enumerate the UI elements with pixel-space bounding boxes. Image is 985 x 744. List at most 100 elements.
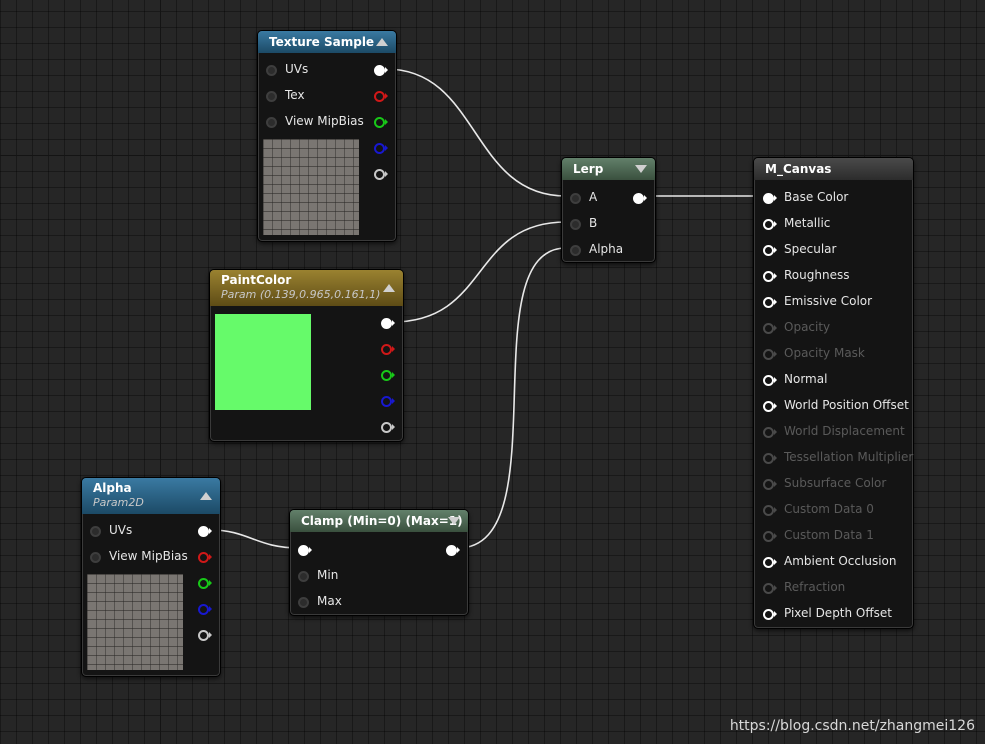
lerp-output-pin[interactable] xyxy=(633,193,644,204)
paintcolor-swatch xyxy=(215,314,311,410)
uvs-label: UVs xyxy=(109,523,133,537)
alpha-title: Alpha xyxy=(93,481,132,495)
b-output-pin[interactable] xyxy=(198,604,209,615)
rgb-output-pin[interactable] xyxy=(381,318,392,329)
m-canvas-input-label: Tessellation Multiplier xyxy=(784,450,914,464)
m-canvas-input-pin[interactable] xyxy=(763,219,774,230)
m-canvas-title: M_Canvas xyxy=(765,162,832,176)
m-canvas-input-arrow-icon xyxy=(774,611,777,617)
a-output-pin[interactable] xyxy=(381,422,392,433)
clamp-output-pin[interactable] xyxy=(446,545,457,556)
m-canvas-input-pin[interactable] xyxy=(763,271,774,282)
uvs-input-pin[interactable] xyxy=(90,526,101,537)
m-canvas-input-pin[interactable] xyxy=(763,427,774,438)
a-output-arrow-icon xyxy=(392,424,395,430)
view-mipbias-input-pin[interactable] xyxy=(90,552,101,563)
paintcolor-header[interactable]: PaintColor Param (0.139,0.965,0.161,1) xyxy=(210,270,403,306)
alpha-node[interactable]: Alpha Param2D UVs View MipBias xyxy=(81,477,221,677)
r-output-pin[interactable] xyxy=(381,344,392,355)
tex-input-pin[interactable] xyxy=(266,91,277,102)
texture-sample-title: Texture Sample xyxy=(269,35,375,49)
view-mipbias-input-pin[interactable] xyxy=(266,117,277,128)
wire-clamp-to-lerp-alpha[interactable] xyxy=(457,247,567,549)
clamp-title: Clamp (Min=0) (Max=1) xyxy=(301,514,463,528)
collapse-arrow-icon[interactable] xyxy=(383,284,395,292)
m-canvas-input-pin[interactable] xyxy=(763,401,774,412)
collapse-arrow-icon[interactable] xyxy=(635,165,647,173)
m-canvas-input-label: Normal xyxy=(784,372,828,386)
g-output-arrow-icon xyxy=(392,372,395,378)
m-canvas-input-label: Roughness xyxy=(784,268,850,282)
m-canvas-input-label: Custom Data 1 xyxy=(784,528,874,542)
m-canvas-input-pin[interactable] xyxy=(763,609,774,620)
m-canvas-input-label: Refraction xyxy=(784,580,846,594)
lerp-b-label: B xyxy=(589,216,598,230)
m-canvas-input-pin[interactable] xyxy=(763,505,774,516)
lerp-alpha-label: Alpha xyxy=(589,242,624,256)
clamp-max-input-pin[interactable] xyxy=(298,597,309,608)
a-output-pin[interactable] xyxy=(198,630,209,641)
m-canvas-node[interactable]: M_Canvas Base Color Metallic Specular Rough… xyxy=(753,157,914,629)
a-output-arrow-icon xyxy=(209,632,212,638)
b-output-pin[interactable] xyxy=(374,143,385,154)
texture-sample-header[interactable]: Texture Sample xyxy=(258,31,396,53)
g-output-arrow-icon xyxy=(209,580,212,586)
m-canvas-input-arrow-icon xyxy=(774,325,777,331)
clamp-min-input-pin[interactable] xyxy=(298,571,309,582)
m-canvas-input-pin[interactable] xyxy=(763,375,774,386)
m-canvas-input-pin[interactable] xyxy=(763,557,774,568)
m-canvas-input-arrow-icon xyxy=(774,351,777,357)
a-output-pin[interactable] xyxy=(374,169,385,180)
paintcolor-node[interactable]: PaintColor Param (0.139,0.965,0.161,1) xyxy=(209,269,404,442)
clamp-max-label: Max xyxy=(317,594,342,608)
m-canvas-input-label: World Position Offset xyxy=(784,398,909,412)
g-output-pin[interactable] xyxy=(381,370,392,381)
uvs-input-pin[interactable] xyxy=(266,65,277,76)
m-canvas-input-pin[interactable] xyxy=(763,479,774,490)
m-canvas-input-label: Custom Data 0 xyxy=(784,502,874,516)
m-canvas-input-label: Base Color xyxy=(784,190,849,204)
m-canvas-input-arrow-icon xyxy=(774,455,777,461)
m-canvas-input-pin[interactable] xyxy=(763,245,774,256)
collapse-arrow-icon[interactable] xyxy=(200,492,212,500)
lerp-node[interactable]: Lerp A B Alpha xyxy=(561,157,656,263)
lerp-header[interactable]: Lerp xyxy=(562,158,655,180)
m-canvas-input-pin[interactable] xyxy=(763,453,774,464)
m-canvas-input-pin[interactable] xyxy=(763,297,774,308)
m-canvas-input-label: World Displacement xyxy=(784,424,905,438)
m-canvas-input-arrow-icon xyxy=(774,299,777,305)
clamp-header[interactable]: Clamp (Min=0) (Max=1) xyxy=(290,510,468,532)
m-canvas-input-arrow-icon xyxy=(774,221,777,227)
clamp-node[interactable]: Clamp (Min=0) (Max=1) Min Max xyxy=(289,509,469,616)
m-canvas-input-label: Subsurface Color xyxy=(784,476,887,490)
texture-sample-node[interactable]: Texture Sample UVs Tex View MipBias xyxy=(257,30,397,242)
g-output-pin[interactable] xyxy=(198,578,209,589)
m-canvas-input-pin[interactable] xyxy=(763,531,774,542)
m-canvas-input-pin[interactable] xyxy=(763,349,774,360)
b-output-pin[interactable] xyxy=(381,396,392,407)
rgb-output-arrow-icon xyxy=(209,528,212,534)
b-output-arrow-icon xyxy=(392,398,395,404)
collapse-arrow-icon[interactable] xyxy=(376,38,388,46)
rgb-output-pin[interactable] xyxy=(374,65,385,76)
m-canvas-input-pin[interactable] xyxy=(763,323,774,334)
alpha-texture-preview xyxy=(87,574,183,670)
clamp-value-input-arrow-icon xyxy=(309,547,312,553)
lerp-a-input-pin[interactable] xyxy=(570,193,581,204)
rgb-output-pin[interactable] xyxy=(198,526,209,537)
r-output-pin[interactable] xyxy=(374,91,385,102)
clamp-min-label: Min xyxy=(317,568,339,582)
wire-paintcolor-to-lerp-b[interactable] xyxy=(391,221,567,323)
collapse-arrow-icon[interactable] xyxy=(448,517,460,525)
m-canvas-header[interactable]: M_Canvas xyxy=(754,158,913,180)
clamp-value-input-pin[interactable] xyxy=(298,545,309,556)
lerp-b-input-pin[interactable] xyxy=(570,219,581,230)
alpha-header[interactable]: Alpha Param2D xyxy=(82,478,220,514)
m-canvas-input-pin[interactable] xyxy=(763,583,774,594)
lerp-alpha-input-pin[interactable] xyxy=(570,245,581,256)
m-canvas-input-pin[interactable] xyxy=(763,193,774,204)
wire-alpha-uvs-to-clamp[interactable] xyxy=(209,529,301,549)
g-output-pin[interactable] xyxy=(374,117,385,128)
wire-texture-to-lerp-a[interactable] xyxy=(385,68,567,197)
r-output-pin[interactable] xyxy=(198,552,209,563)
